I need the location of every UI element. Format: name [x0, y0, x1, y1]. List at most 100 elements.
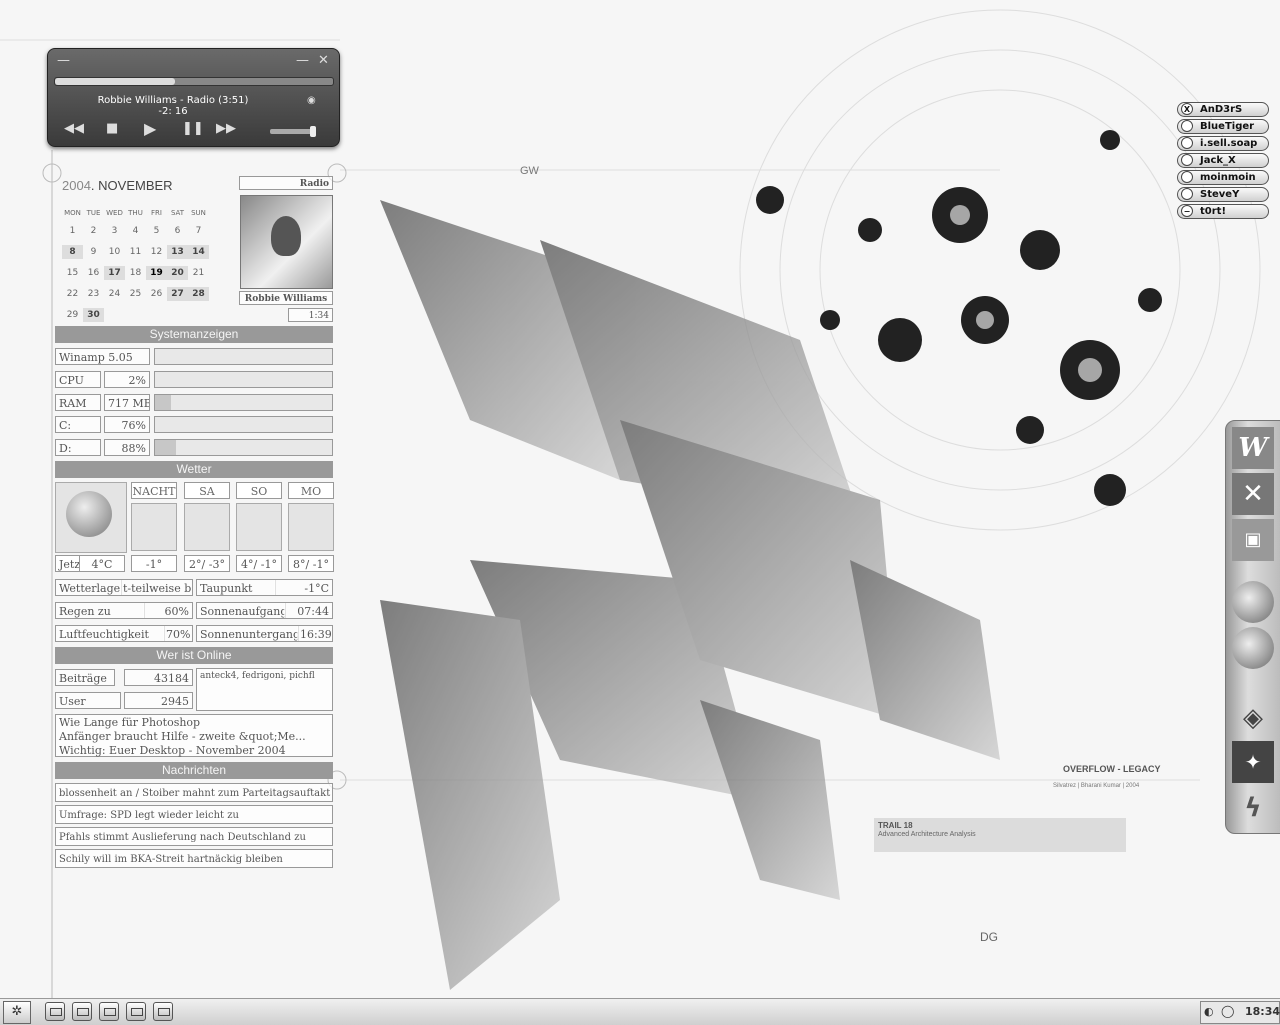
buddy-item[interactable]: − t0rt! [1177, 204, 1269, 219]
player-menu-icon[interactable]: — [57, 53, 70, 68]
calendar-month: NOVEMBER [98, 178, 173, 193]
calendar-day[interactable]: 27 [167, 287, 188, 301]
forum-topics: Wie Lange für Photoshop Anfänger braucht… [55, 714, 333, 757]
buddy-item[interactable]: i.sell.soap [1177, 136, 1269, 151]
humidity-label: Luftfeuchtigkeit [55, 625, 165, 642]
album-cover-figure [271, 216, 301, 256]
calendar-title: 2004. NOVEMBER [62, 178, 173, 193]
calendar-day[interactable]: 25 [125, 287, 146, 301]
wallpaper-trail-box: TRAIL 18 Advanced Architecture Analysis [874, 818, 1126, 852]
word-icon[interactable]: W [1232, 427, 1274, 469]
weather-now-temp: 4°C [79, 555, 125, 572]
seek-bar[interactable] [54, 77, 334, 86]
now-playing-artist: Robbie Williams [239, 291, 333, 305]
calendar-day[interactable]: 24 [104, 287, 125, 301]
drive-d-value: 88% [104, 439, 150, 456]
previous-icon[interactable]: ◀◀ [64, 121, 84, 136]
calendar-day[interactable]: 7 [188, 224, 209, 238]
buddy-name: t0rt! [1200, 206, 1227, 217]
buddy-status-icon [1181, 154, 1193, 166]
calendar-day[interactable]: 17 [104, 266, 125, 280]
news-item[interactable]: blossenheit an / Stoiber mahnt zum Parte… [55, 783, 333, 802]
calendar-day[interactable]: 26 [146, 287, 167, 301]
next-icon[interactable]: ▶▶ [216, 121, 236, 136]
buddy-item[interactable]: SteveY [1177, 187, 1269, 202]
sunset-value: 16:39 [297, 625, 333, 642]
calendar-day[interactable]: 14 [188, 245, 209, 259]
pause-icon[interactable]: ❚❚ [182, 121, 204, 136]
eclipse-icon[interactable]: ◈ [1232, 697, 1274, 739]
calendar-day[interactable]: 21 [188, 266, 209, 280]
news-item[interactable]: Umfrage: SPD legt wieder leicht zu [55, 805, 333, 824]
calendar-day[interactable]: 1 [62, 224, 83, 238]
buddy-name: BlueTiger [1200, 121, 1255, 132]
stop-icon[interactable]: ■ [106, 121, 118, 136]
drive-d-label: D: [55, 439, 101, 456]
photoshop-cs-icon[interactable]: ✦ [1232, 741, 1274, 783]
taskbar-window-button[interactable] [126, 1002, 146, 1021]
news-item[interactable]: Pfahls stimmt Auslieferung nach Deutschl… [55, 827, 333, 846]
firefox-icon[interactable] [1232, 581, 1274, 623]
weather-day-0: NACHT [131, 482, 177, 499]
minimize-icon[interactable]: — [296, 53, 309, 68]
firefox-alt-icon[interactable] [1232, 627, 1274, 669]
eject-icon[interactable]: ◉ [307, 95, 316, 106]
calendar-day[interactable]: 30 [83, 308, 104, 322]
moon-cloud-icon [66, 491, 112, 537]
calendar-weekday: THU [128, 209, 143, 217]
buddy-name: i.sell.soap [1200, 138, 1258, 149]
calendar-day[interactable]: 13 [167, 245, 188, 259]
calendar-day[interactable]: 2 [83, 224, 104, 238]
calendar-day[interactable]: 15 [62, 266, 83, 280]
weather-heading: Wetter [55, 461, 333, 478]
play-icon[interactable]: ▶ [144, 119, 156, 138]
forum-topic[interactable]: Anfänger braucht Hilfe - zweite &quot;Me… [59, 730, 329, 744]
calendar-day[interactable]: 19 [146, 266, 167, 280]
buddy-item[interactable]: X AnD3rS [1177, 102, 1269, 117]
calendar-day[interactable]: 8 [62, 245, 83, 259]
forum-topic[interactable]: Wichtig: Euer Desktop - November 2004 [59, 744, 329, 758]
volume-knob[interactable] [310, 126, 316, 137]
volume-tray-icon[interactable]: ◐ [1204, 1005, 1214, 1018]
calendar-weekday: TUE [86, 209, 101, 217]
taskbar-window-button[interactable] [153, 1002, 173, 1021]
calendar-day[interactable]: 16 [83, 266, 104, 280]
powerpoint-icon[interactable]: ▣ [1232, 519, 1274, 561]
weather-now-icon [55, 482, 127, 553]
buddy-item[interactable]: moinmoin [1177, 170, 1269, 185]
calendar-day[interactable]: 10 [104, 245, 125, 259]
calendar-day[interactable]: 29 [62, 308, 83, 322]
taskbar-window-button[interactable] [45, 1002, 65, 1021]
calendar-weekday: WED [106, 209, 123, 217]
flash-icon[interactable]: ϟ [1232, 787, 1274, 829]
calendar-day[interactable]: 22 [62, 287, 83, 301]
calendar-day[interactable]: 6 [167, 224, 188, 238]
taskbar-window-button[interactable] [72, 1002, 92, 1021]
weather-temp-3: 8°/ -1° [288, 555, 334, 572]
calendar-day[interactable]: 20 [167, 266, 188, 280]
calendar-day[interactable]: 28 [188, 287, 209, 301]
calendar-day[interactable]: 23 [83, 287, 104, 301]
ram-bar-fill [155, 395, 171, 410]
system-heading: Systemanzeigen [55, 326, 333, 343]
calendar-day[interactable]: 18 [125, 266, 146, 280]
news-item[interactable]: Schily will im BKA-Streit hartnäckig ble… [55, 849, 333, 868]
buddy-item[interactable]: Jack_X [1177, 153, 1269, 168]
calendar-day[interactable]: 5 [146, 224, 167, 238]
start-button[interactable]: ✲ [3, 1001, 31, 1024]
taskbar-window-button[interactable] [99, 1002, 119, 1021]
wallpaper-title: OVERFLOW - LEGACY [1063, 764, 1161, 774]
calendar-day[interactable]: 4 [125, 224, 146, 238]
calendar-day[interactable]: 3 [104, 224, 125, 238]
forum-topic[interactable]: Wie Lange für Photoshop [59, 716, 329, 730]
excel-icon[interactable]: ✕ [1232, 473, 1274, 515]
calendar-day[interactable]: 11 [125, 245, 146, 259]
buddy-item[interactable]: BlueTiger [1177, 119, 1269, 134]
volume-slider[interactable] [270, 126, 316, 137]
close-icon[interactable]: ✕ [318, 53, 329, 68]
calendar-day[interactable]: 12 [146, 245, 167, 259]
ram-bar [154, 394, 333, 411]
clock[interactable]: 18:34 [1245, 1005, 1280, 1018]
calendar-day[interactable]: 9 [83, 245, 104, 259]
messenger-tray-icon[interactable]: ◯ [1221, 1004, 1234, 1018]
